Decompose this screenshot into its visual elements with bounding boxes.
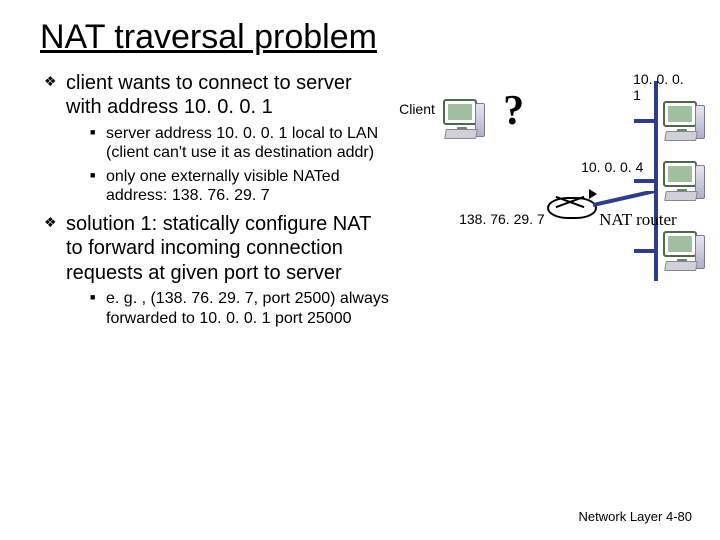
nat-router-icon bbox=[547, 191, 593, 221]
content-columns: client wants to connect to server with a… bbox=[40, 71, 690, 334]
bullet-1-sub2: only one externally visible NATed addres… bbox=[90, 167, 389, 206]
bullet-list: client wants to connect to server with a… bbox=[44, 71, 389, 328]
slide-footer: Network Layer 4-80 bbox=[579, 509, 692, 524]
ip-pc2-label: 10. 0. 0. 4 bbox=[581, 159, 643, 175]
bullet-2-sub1: e. g. , (138. 76. 29. 7, port 2500) alwa… bbox=[90, 289, 389, 328]
bullet-1: client wants to connect to server with a… bbox=[44, 71, 389, 206]
ip-public-label: 138. 76. 29. 7 bbox=[459, 211, 545, 227]
slide: NAT traversal problem client wants to co… bbox=[0, 0, 720, 540]
diagram: Client ? 10. 0. 0. 1 10. 0. 0. 4 138. 76… bbox=[399, 71, 690, 331]
bullet-1-sublist: server address 10. 0. 0. 1 local to LAN … bbox=[90, 124, 389, 206]
lan-pc2-icon bbox=[663, 161, 707, 201]
bus-tap bbox=[634, 179, 654, 183]
server-pc-icon bbox=[663, 101, 707, 141]
ip-server-label: 10. 0. 0. 1 bbox=[633, 71, 690, 103]
question-mark: ? bbox=[503, 87, 524, 135]
bullet-2: solution 1: statically configure NAT to … bbox=[44, 212, 389, 328]
router-to-bus-line bbox=[593, 191, 655, 209]
nat-router-label: NAT router bbox=[599, 211, 677, 230]
bullet-2-sublist: e. g. , (138. 76. 29. 7, port 2500) alwa… bbox=[90, 289, 389, 328]
client-pc-icon bbox=[443, 99, 487, 139]
bullet-1-text: client wants to connect to server with a… bbox=[66, 72, 352, 118]
text-column: client wants to connect to server with a… bbox=[40, 71, 389, 334]
bus-tap bbox=[634, 119, 654, 123]
lan-pc3-icon bbox=[663, 231, 707, 271]
bus-tap bbox=[634, 249, 654, 253]
bullet-1-sub1: server address 10. 0. 0. 1 local to LAN … bbox=[90, 124, 389, 163]
client-label: Client bbox=[399, 101, 435, 117]
slide-title: NAT traversal problem bbox=[40, 18, 690, 57]
lan-bus-line bbox=[654, 81, 658, 281]
bullet-2-text: solution 1: statically configure NAT to … bbox=[66, 213, 371, 284]
